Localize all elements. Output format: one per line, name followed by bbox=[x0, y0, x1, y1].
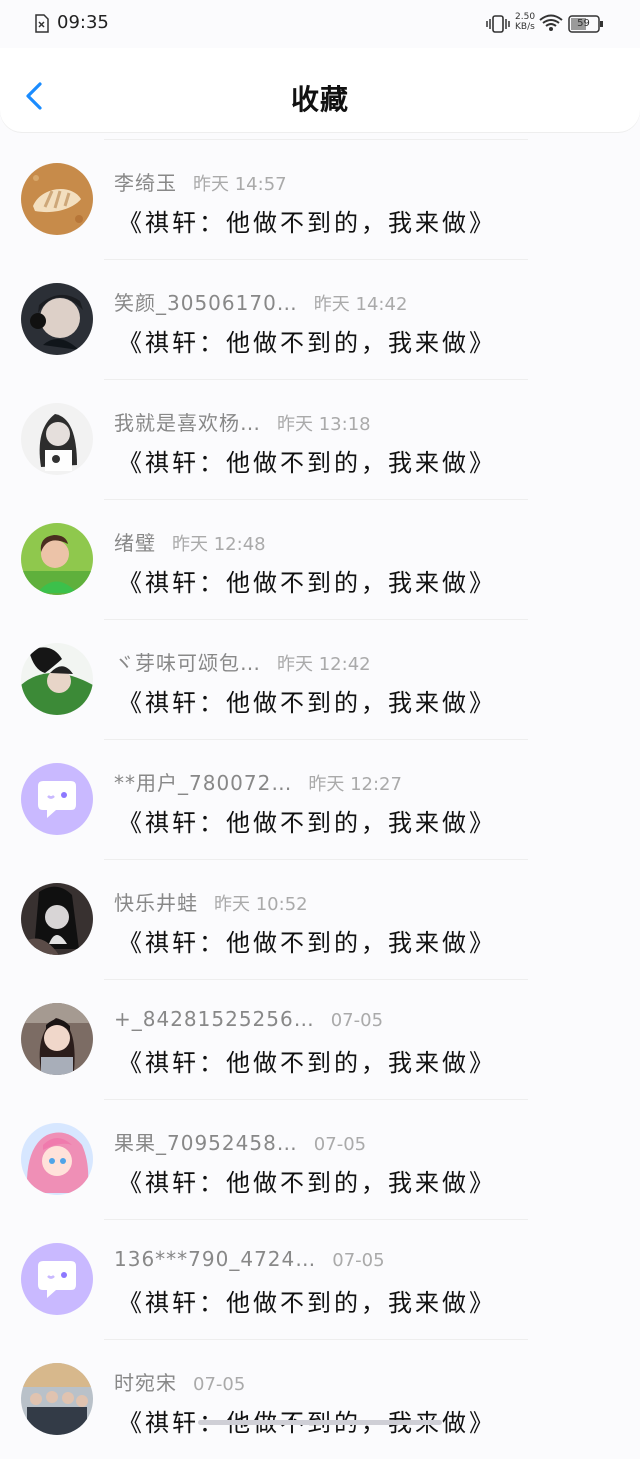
avatar[interactable] bbox=[21, 1123, 93, 1195]
avatar[interactable] bbox=[21, 1003, 93, 1075]
favorite-title[interactable]: 《祺轩：他做不到的，我来做》 bbox=[118, 563, 496, 598]
divider bbox=[104, 739, 528, 740]
divider bbox=[104, 619, 528, 620]
avatar[interactable] bbox=[21, 1243, 93, 1315]
status-bar: 09:35 2.50 KB/s 59 bbox=[0, 0, 640, 48]
favorite-item[interactable]: +_84281525256… 07-05 《祺轩：他做不到的，我来做》 bbox=[0, 979, 640, 1099]
timestamp: 昨天 14:57 bbox=[193, 174, 287, 195]
avatar[interactable] bbox=[21, 1363, 93, 1435]
username-text: **用户_780072… bbox=[114, 771, 293, 795]
avatar[interactable] bbox=[21, 523, 93, 595]
favorite-item[interactable]: 果果_70952458… 07-05 《祺轩：他做不到的，我来做》 bbox=[0, 1099, 640, 1219]
avatar[interactable] bbox=[21, 403, 93, 475]
divider bbox=[104, 979, 528, 980]
timestamp: 昨天 14:42 bbox=[313, 294, 408, 315]
username-text: +_84281525256… bbox=[114, 1007, 315, 1031]
username: 绪璧 昨天 12:48 bbox=[114, 527, 266, 556]
timestamp: 昨天 12:42 bbox=[277, 654, 371, 675]
timestamp: 昨天 13:18 bbox=[277, 414, 371, 435]
favorite-item[interactable]: ヾ芽味可颂包… 昨天 12:42 《祺轩：他做不到的，我来做》 bbox=[0, 619, 640, 739]
avatar[interactable] bbox=[21, 163, 93, 235]
username-text: 果果_70952458… bbox=[114, 1131, 298, 1155]
timestamp: 07-05 bbox=[193, 1374, 246, 1395]
avatar[interactable] bbox=[21, 763, 93, 835]
divider bbox=[104, 859, 528, 860]
username-text: 笑颜_30506170… bbox=[114, 291, 298, 315]
favorite-title[interactable]: 《祺轩：他做不到的，我来做》 bbox=[118, 323, 496, 358]
divider bbox=[104, 379, 528, 380]
favorite-item[interactable]: 快乐井蛙 昨天 10:52 《祺轩：他做不到的，我来做》 bbox=[0, 859, 640, 979]
timestamp: 昨天 10:52 bbox=[214, 894, 308, 915]
favorite-title[interactable]: 《祺轩：他做不到的，我来做》 bbox=[118, 443, 496, 478]
timestamp: 昨天 12:48 bbox=[172, 534, 266, 555]
username: +_84281525256… 07-05 bbox=[114, 1007, 383, 1031]
username: 笑颜_30506170… 昨天 14:42 bbox=[114, 287, 407, 316]
timestamp: 昨天 12:27 bbox=[308, 774, 402, 795]
favorite-item[interactable]: **用户_780072… 昨天 12:27 《祺轩：他做不到的，我来做》 bbox=[0, 739, 640, 859]
divider bbox=[104, 139, 528, 140]
username: 时宛宋 07-05 bbox=[114, 1367, 245, 1396]
timestamp: 07-05 bbox=[332, 1250, 385, 1271]
username: ヾ芽味可颂包… 昨天 12:42 bbox=[114, 647, 371, 676]
username-text: 我就是喜欢杨… bbox=[114, 411, 261, 435]
divider bbox=[104, 1339, 528, 1340]
favorites-list: 李绮玉 昨天 14:57 《祺轩：他做不到的，我来做》 笑颜_30506170… 昨天 … bbox=[0, 139, 640, 1459]
divider bbox=[104, 259, 528, 260]
username: 李绮玉 昨天 14:57 bbox=[114, 167, 287, 196]
avatar[interactable] bbox=[21, 643, 93, 715]
username-text: 绪璧 bbox=[114, 531, 156, 555]
battery-level: 59 bbox=[577, 18, 590, 29]
favorite-title[interactable]: 《祺轩：他做不到的，我来做》 bbox=[118, 803, 496, 838]
divider bbox=[104, 1099, 528, 1100]
username-text: 136***790_4724… bbox=[114, 1247, 317, 1271]
favorite-title[interactable]: 《祺轩：他做不到的，我来做》 bbox=[118, 1283, 496, 1318]
header: 收藏 bbox=[0, 48, 640, 132]
page-title: 收藏 bbox=[290, 83, 349, 116]
username: 果果_70952458… 07-05 bbox=[114, 1127, 366, 1156]
favorite-item[interactable]: 时宛宋07-05《祺轩：他做不到的，我来做》 bbox=[0, 1339, 640, 1459]
username-text: ヾ芽味可颂包… bbox=[114, 651, 261, 675]
favorite-title[interactable]: 《祺轩：他做不到的，我来做》 bbox=[118, 1163, 496, 1198]
wifi-icon bbox=[539, 14, 563, 31]
divider bbox=[104, 1219, 528, 1220]
username: 136***790_4724… 07-05 bbox=[114, 1247, 385, 1271]
status-time: 09:35 bbox=[57, 12, 109, 33]
divider bbox=[104, 499, 528, 500]
username-text: 李绮玉 bbox=[114, 171, 177, 195]
favorite-title[interactable]: 《祺轩：他做不到的，我来做》 bbox=[118, 203, 496, 238]
favorite-item[interactable]: 李绮玉 昨天 14:57 《祺轩：他做不到的，我来做》 bbox=[0, 139, 640, 259]
favorite-title[interactable]: 《祺轩：他做不到的，我来做》 bbox=[118, 683, 496, 718]
favorite-item[interactable]: 136***790_4724… 07-05 《祺轩：他做不到的，我来做》 bbox=[0, 1219, 640, 1339]
favorite-item[interactable]: 我就是喜欢杨… 昨天 13:18 《祺轩：他做不到的，我来做》 bbox=[0, 379, 640, 499]
favorite-title[interactable]: 《祺轩：他做不到的，我来做》 bbox=[118, 1043, 496, 1078]
username: 快乐井蛙 昨天 10:52 bbox=[114, 887, 308, 916]
favorite-item[interactable]: 绪璧 昨天 12:48 《祺轩：他做不到的，我来做》 bbox=[0, 499, 640, 619]
username: **用户_780072… 昨天 12:27 bbox=[114, 767, 402, 796]
vibrate-icon bbox=[486, 15, 510, 33]
sim-off-icon bbox=[35, 14, 49, 33]
username: 我就是喜欢杨… 昨天 13:18 bbox=[114, 407, 371, 436]
favorite-title[interactable]: 《祺轩：他做不到的，我来做》 bbox=[118, 923, 496, 958]
username-text: 时宛宋 bbox=[114, 1371, 177, 1395]
avatar[interactable] bbox=[21, 283, 93, 355]
username-text: 快乐井蛙 bbox=[114, 891, 198, 915]
timestamp: 07-05 bbox=[313, 1134, 367, 1155]
favorite-item[interactable]: 笑颜_30506170… 昨天 14:42 《祺轩：他做不到的，我来做》 bbox=[0, 259, 640, 379]
home-indicator[interactable] bbox=[198, 1420, 442, 1425]
avatar[interactable] bbox=[21, 883, 93, 955]
timestamp: 07-05 bbox=[330, 1010, 384, 1031]
